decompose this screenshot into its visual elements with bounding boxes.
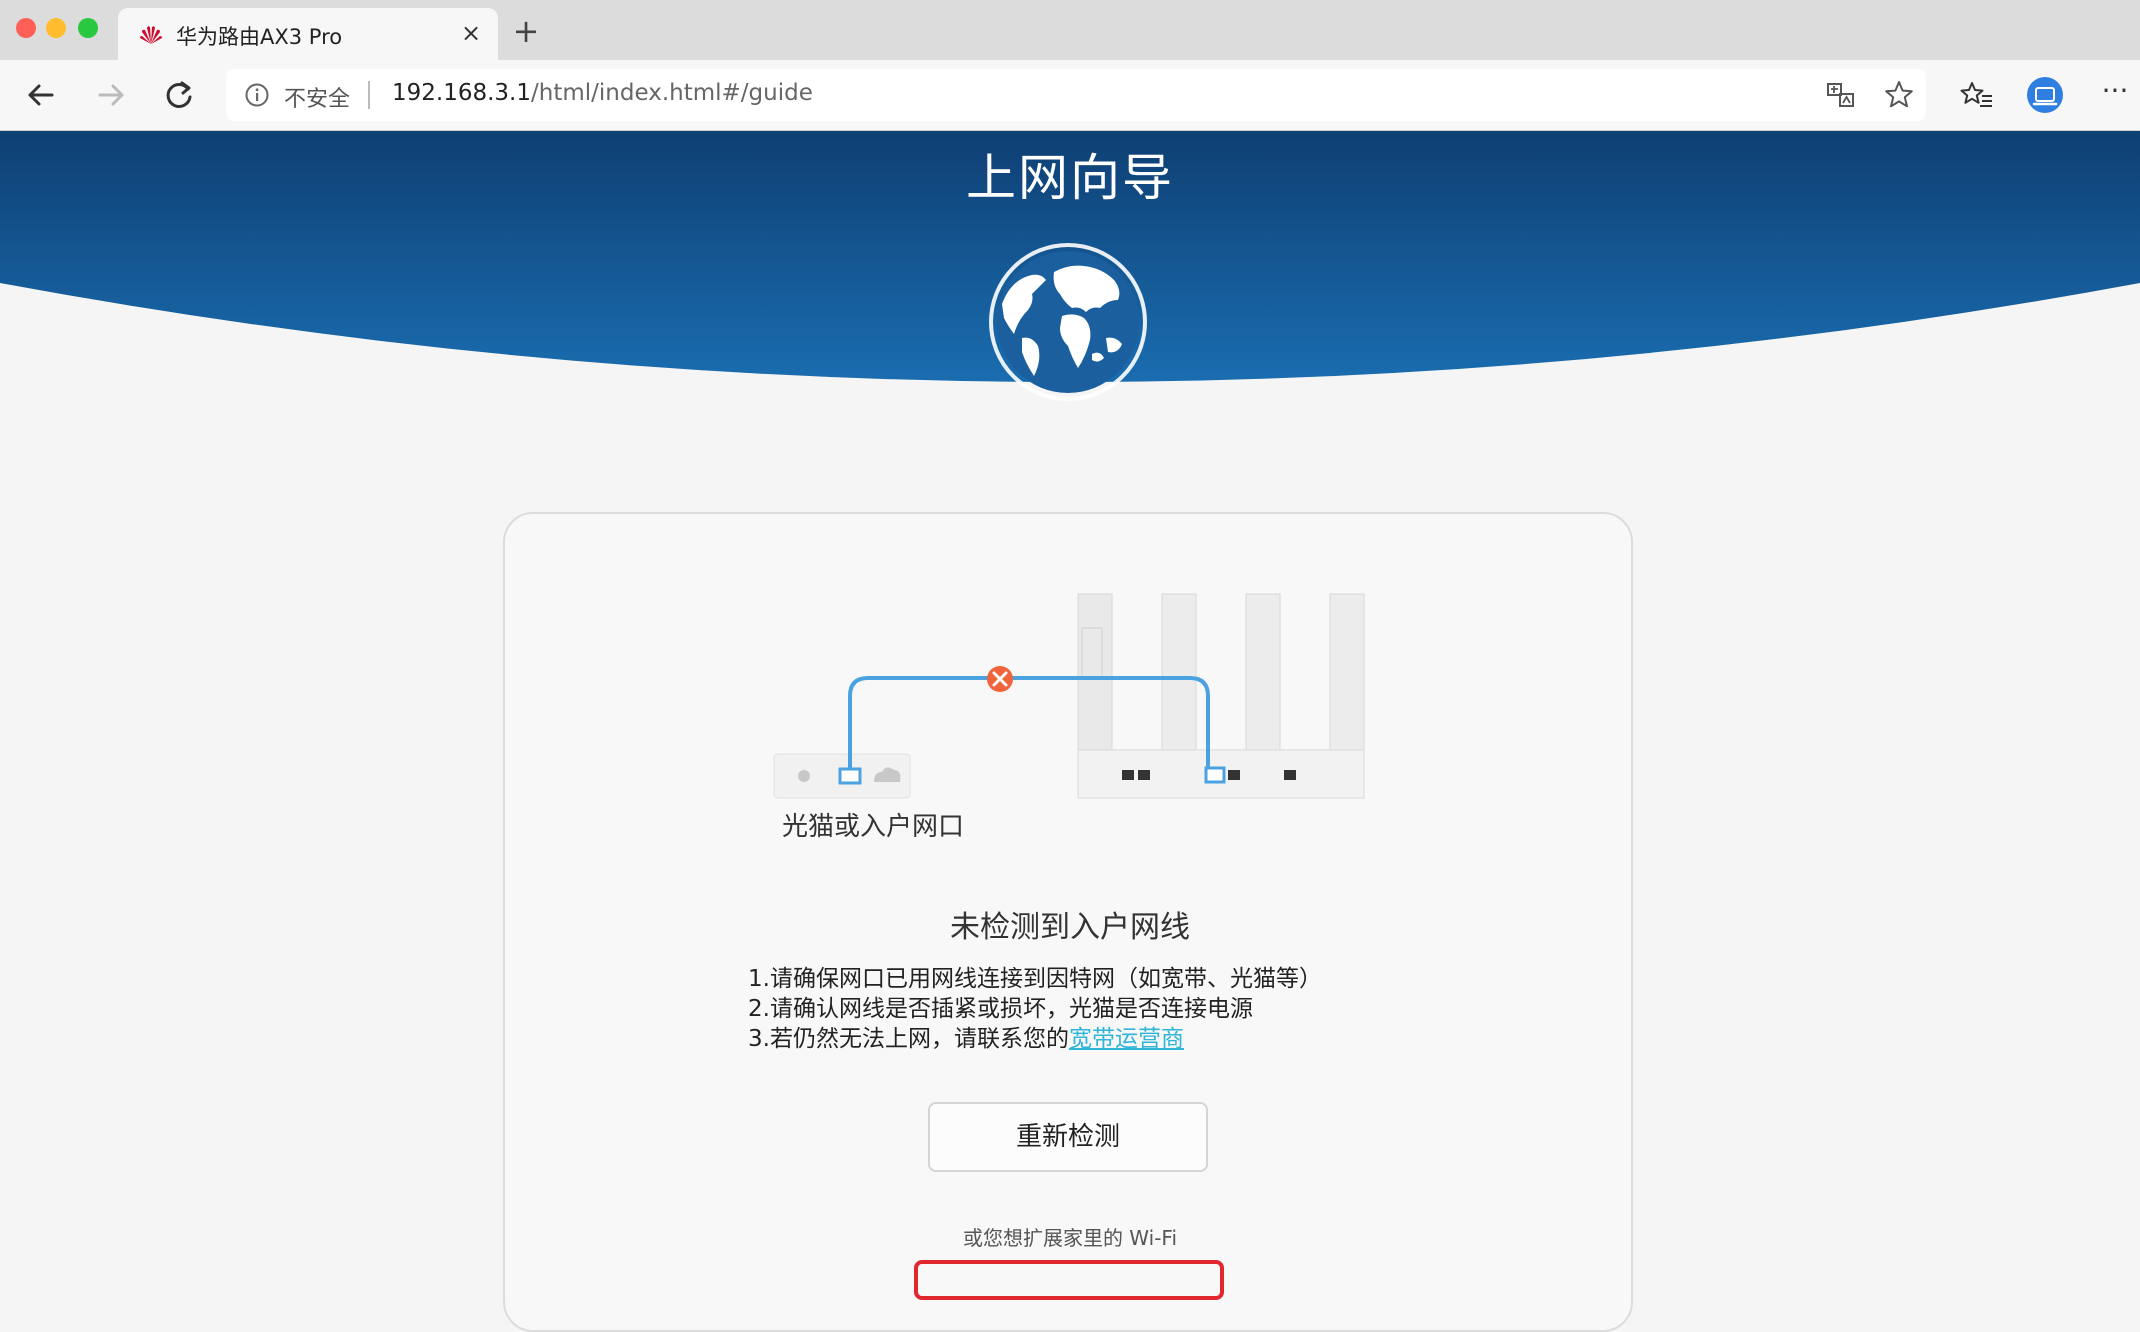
extend-wifi-button-highlight[interactable]: [914, 1260, 1224, 1300]
profile-avatar-icon[interactable]: [2026, 76, 2064, 114]
close-window-button[interactable]: [16, 18, 36, 38]
url-path: /html/index.html#/guide: [531, 80, 813, 106]
extend-wifi-text: 或您想扩展家里的 Wi-Fi: [962, 1226, 1178, 1250]
minimize-window-button[interactable]: [46, 18, 66, 38]
tip-item: 2.请确认网线是否插紧或损坏，光猫是否连接电源: [748, 996, 1253, 1022]
tip-item: 1.请确保网口已用网线连接到因特网（如宽带、光猫等）: [748, 966, 1322, 992]
url-text[interactable]: 192.168.3.1/html/index.html#/guide: [392, 80, 813, 106]
status-title: 未检测到入户网线: [950, 910, 1190, 945]
tip-item: 3.若仍然无法上网，请联系您的宽带运营商: [748, 1024, 1322, 1054]
error-x-icon: [987, 666, 1013, 692]
new-tab-button[interactable]: +: [508, 14, 544, 50]
browser-tab-bar: 华为路由AX3 Pro × +: [0, 0, 2140, 60]
reload-icon[interactable]: [158, 74, 200, 116]
recheck-button[interactable]: 重新检测: [928, 1102, 1208, 1172]
globe-icon: [989, 243, 1147, 401]
url-host: 192.168.3.1: [392, 80, 531, 106]
translate-icon[interactable]: [1822, 76, 1860, 114]
favorite-star-icon[interactable]: [1880, 76, 1918, 114]
info-icon[interactable]: [244, 82, 270, 108]
not-secure-label[interactable]: 不安全: [284, 81, 350, 113]
connection-diagram: [773, 593, 1365, 799]
address-bar[interactable]: 不安全 192.168.3.1/html/index.html#/guide: [226, 69, 1926, 121]
tip-text: 3.若仍然无法上网，请联系您的: [748, 1026, 1069, 1052]
tab-close-icon[interactable]: ×: [456, 18, 486, 48]
back-arrow-icon[interactable]: [20, 74, 62, 116]
troubleshooting-tips: 1.请确保网口已用网线连接到因特网（如宽带、光猫等） 2.请确认网线是否插紧或损…: [748, 964, 1322, 1054]
browser-toolbar: 不安全 192.168.3.1/html/index.html#/guide ·…: [0, 60, 2140, 131]
active-tab[interactable]: 华为路由AX3 Pro ×: [118, 8, 498, 60]
maximize-window-button[interactable]: [78, 18, 98, 38]
favorites-list-icon[interactable]: [1958, 76, 1996, 114]
tab-title: 华为路由AX3 Pro: [176, 25, 343, 49]
more-menu-icon[interactable]: ···: [2096, 76, 2134, 114]
page-title: 上网向导: [966, 149, 1174, 207]
modem-illustration: [773, 753, 911, 799]
router-illustration: [1077, 593, 1365, 799]
address-divider: [368, 81, 370, 109]
modem-label: 光猫或入户网口: [782, 812, 965, 842]
isp-link[interactable]: 宽带运营商: [1069, 1026, 1184, 1052]
huawei-logo-icon: [140, 26, 162, 44]
forward-arrow-icon[interactable]: [90, 74, 132, 116]
